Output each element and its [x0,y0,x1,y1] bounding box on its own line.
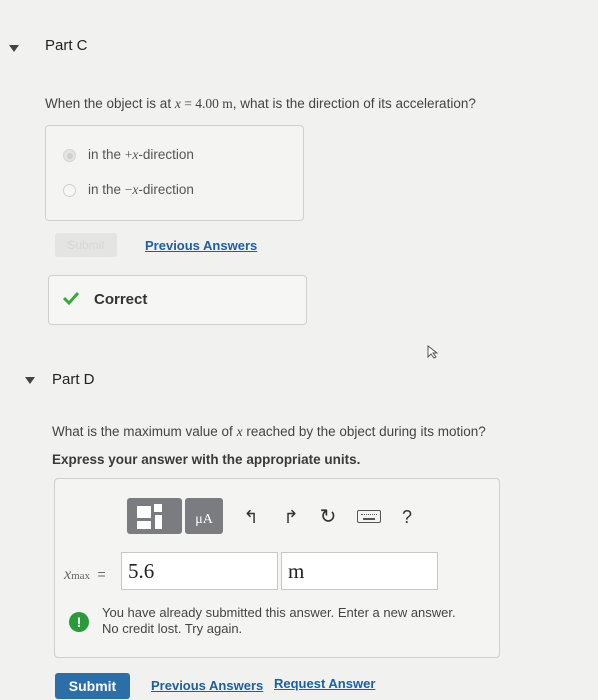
option-minus-x-label[interactable]: in the −x-direction [88,182,194,198]
units-button[interactable]: μA [185,498,223,534]
value-input[interactable]: 5.6 [121,552,278,590]
part-c-previous-answers-link[interactable]: Previous Answers [145,238,257,253]
collapse-arrow-icon[interactable] [25,377,35,384]
part-d-instruction: Express your answer with the appropriate… [52,452,361,467]
correct-feedback-box [48,275,307,325]
part-c-submit-button[interactable]: Submit [55,233,117,257]
units-input[interactable]: m [281,552,438,590]
part-d-submit-button[interactable]: Submit [55,673,130,699]
mouse-cursor-icon [427,345,439,359]
radio-plus-x[interactable] [63,149,76,162]
warning-line-1: You have already submitted this answer. … [102,605,456,620]
warning-icon: ! [69,612,89,632]
radio-minus-x[interactable] [63,184,76,197]
part-d-question: What is the maximum value of x reached b… [52,424,486,439]
part-d-title: Part D [52,371,95,388]
part-c-title: Part C [45,37,88,54]
reset-icon[interactable]: ↻ [317,507,339,527]
units-label: μA [195,512,213,527]
value-text: 5.6 [128,559,155,583]
checkmark-icon [63,291,79,305]
units-text: m [288,559,305,583]
redo-icon[interactable]: ↱ [280,507,302,527]
part-c-question: When the object is at x = 4.00 m, what i… [45,96,476,111]
undo-icon[interactable]: ↰ [240,507,262,527]
variable-label: xmax = [64,566,106,583]
option-plus-x-label[interactable]: in the +x-direction [88,147,194,163]
correct-feedback-text: Correct [94,291,148,308]
keyboard-icon[interactable] [357,510,381,523]
warning-line-2: No credit lost. Try again. [102,621,243,636]
collapse-arrow-icon[interactable] [9,45,19,52]
answer-options-box [45,125,304,221]
templates-icon [127,498,182,534]
request-answer-link[interactable]: Request Answer [274,676,375,691]
help-icon[interactable]: ? [402,507,412,528]
templates-button[interactable] [127,498,182,534]
part-d-previous-answers-link[interactable]: Previous Answers [151,678,263,693]
